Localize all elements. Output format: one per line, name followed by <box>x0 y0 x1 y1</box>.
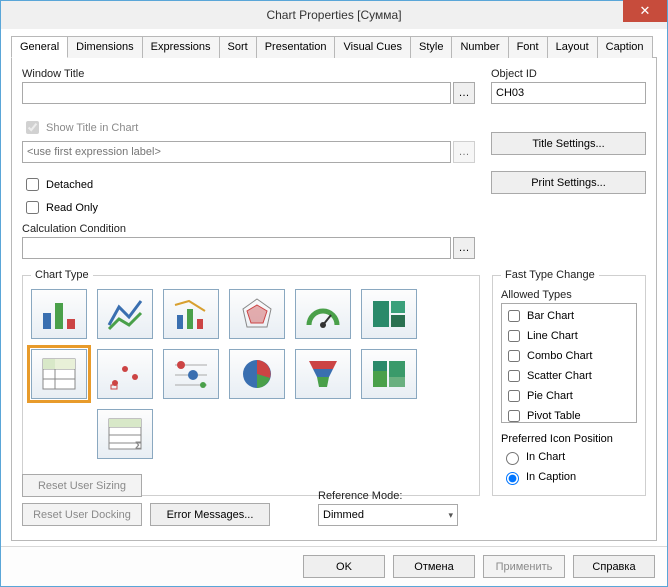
chart-type-pivot-table[interactable] <box>31 349 87 399</box>
chart-type-scatter[interactable] <box>97 349 153 399</box>
allowed-bar-label: Bar Chart <box>527 310 574 322</box>
help-button[interactable]: Справка <box>573 555 655 578</box>
title-expression-input <box>22 141 451 163</box>
detached-checkbox[interactable] <box>26 178 39 191</box>
chart-type-grid[interactable] <box>163 349 219 399</box>
allowed-pie-checkbox[interactable] <box>508 390 520 402</box>
tab-dimensions[interactable]: Dimensions <box>67 36 142 58</box>
chart-type-pie[interactable] <box>229 349 285 399</box>
cancel-button[interactable]: Отмена <box>393 555 475 578</box>
allowed-types-label: Allowed Types <box>501 289 637 301</box>
window-title-expression-button[interactable]: … <box>453 82 475 104</box>
chart-type-straight-table[interactable]: Σ <box>97 409 153 459</box>
chevron-down-icon: ▾ <box>448 510 453 521</box>
allowed-combo-checkbox[interactable] <box>508 350 520 362</box>
object-id-input[interactable] <box>491 82 646 104</box>
dialog-footer: OK Отмена Применить Справка <box>1 546 667 586</box>
chart-type-radar[interactable] <box>229 289 285 339</box>
window-title: Chart Properties [Сумма] <box>266 8 401 22</box>
chart-type-funnel[interactable] <box>295 349 351 399</box>
show-title-checkbox <box>26 121 39 134</box>
tab-font[interactable]: Font <box>508 36 548 58</box>
tab-strip: General Dimensions Expressions Sort Pres… <box>11 35 657 58</box>
in-caption-radio[interactable] <box>506 472 519 485</box>
tab-visual-cues[interactable]: Visual Cues <box>334 36 411 58</box>
allowed-pivot-label: Pivot Table <box>527 410 581 422</box>
show-title-checkbox-row: Show Title in Chart <box>22 118 475 137</box>
object-id-label: Object ID <box>491 68 646 80</box>
allowed-combo-label: Combo Chart <box>527 350 592 362</box>
in-chart-label: In Chart <box>526 451 565 463</box>
allowed-types-list[interactable]: Bar Chart Line Chart Combo Chart Scatter… <box>501 303 637 423</box>
calc-condition-input[interactable] <box>22 237 451 259</box>
tab-presentation[interactable]: Presentation <box>256 36 336 58</box>
tab-style[interactable]: Style <box>410 36 452 58</box>
calc-condition-label: Calculation Condition <box>22 223 475 235</box>
ok-button[interactable]: OK <box>303 555 385 578</box>
in-chart-radio[interactable] <box>506 452 519 465</box>
show-title-label: Show Title in Chart <box>46 122 138 134</box>
tab-layout[interactable]: Layout <box>547 36 598 58</box>
svg-text:Σ: Σ <box>135 440 142 452</box>
reference-mode-select[interactable]: Dimmed ▾ <box>318 504 458 526</box>
chart-type-line[interactable] <box>97 289 153 339</box>
reset-user-docking-button: Reset User Docking <box>22 503 142 526</box>
preferred-icon-position-label: Preferred Icon Position <box>501 433 637 445</box>
allowed-line-label: Line Chart <box>527 330 578 342</box>
chart-type-mekko[interactable] <box>361 349 417 399</box>
titlebar: Chart Properties [Сумма] ✕ <box>1 1 667 29</box>
read-only-label: Read Only <box>46 202 98 214</box>
window-title-label: Window Title <box>22 68 475 80</box>
reference-mode-label: Reference Mode: <box>318 490 458 502</box>
chart-type-combo[interactable] <box>163 289 219 339</box>
reference-mode-value: Dimmed <box>323 509 364 521</box>
detached-label: Detached <box>46 179 93 191</box>
read-only-checkbox[interactable] <box>26 201 39 214</box>
title-expression-button: … <box>453 141 475 163</box>
chart-type-legend: Chart Type <box>31 269 93 281</box>
calc-condition-expression-button[interactable]: … <box>453 237 475 259</box>
allowed-pivot-checkbox[interactable] <box>508 410 520 422</box>
tab-sort[interactable]: Sort <box>219 36 257 58</box>
allowed-line-checkbox[interactable] <box>508 330 520 342</box>
allowed-scatter-label: Scatter Chart <box>527 370 592 382</box>
reset-user-sizing-button: Reset User Sizing <box>22 474 142 497</box>
error-messages-button[interactable]: Error Messages... <box>150 503 270 526</box>
close-button[interactable]: ✕ <box>623 0 667 22</box>
chart-type-gauge[interactable] <box>295 289 351 339</box>
allowed-bar-checkbox[interactable] <box>508 310 520 322</box>
chart-type-bar[interactable] <box>31 289 87 339</box>
tab-number[interactable]: Number <box>451 36 508 58</box>
chart-type-block[interactable] <box>361 289 417 339</box>
in-caption-label: In Caption <box>526 471 576 483</box>
tab-caption[interactable]: Caption <box>597 36 653 58</box>
allowed-pie-label: Pie Chart <box>527 390 573 402</box>
apply-button: Применить <box>483 555 565 578</box>
allowed-scatter-checkbox[interactable] <box>508 370 520 382</box>
print-settings-button[interactable]: Print Settings... <box>491 171 646 194</box>
tab-expressions[interactable]: Expressions <box>142 36 220 58</box>
fast-type-legend: Fast Type Change <box>501 269 599 281</box>
title-settings-button[interactable]: Title Settings... <box>491 132 646 155</box>
tab-general[interactable]: General <box>11 36 68 58</box>
window-title-input[interactable] <box>22 82 451 104</box>
